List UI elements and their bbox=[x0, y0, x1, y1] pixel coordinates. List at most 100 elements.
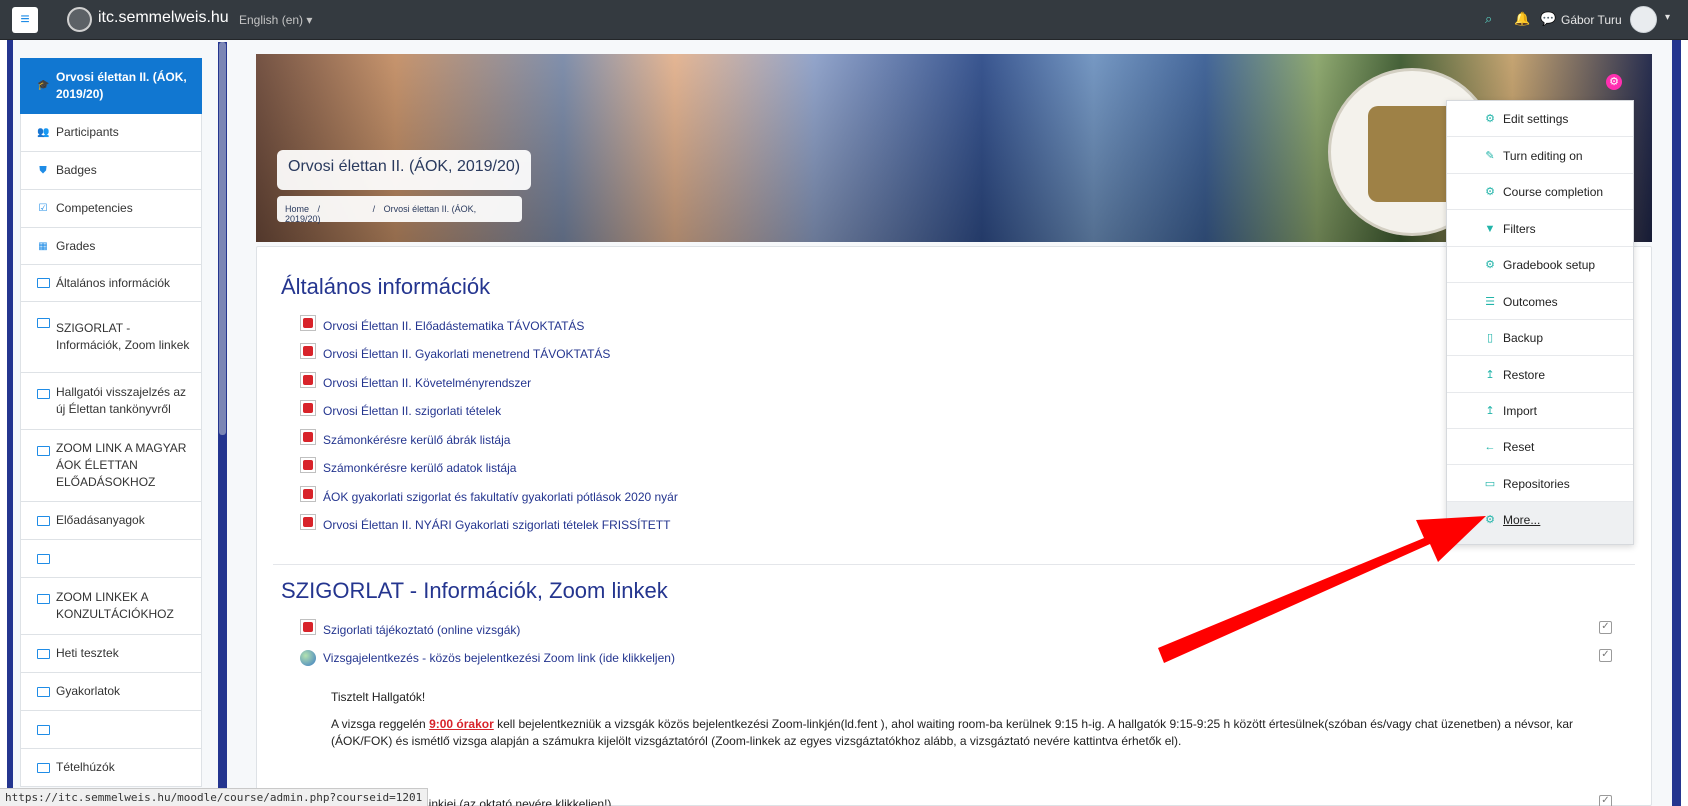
menu-item-label: Restore bbox=[1503, 368, 1546, 382]
drawer-item-section[interactable]: Előadásanyagok bbox=[20, 502, 202, 540]
users-icon: 👥 bbox=[37, 126, 50, 138]
folder-icon bbox=[37, 724, 50, 735]
folder-icon bbox=[37, 318, 50, 328]
drawer-item-section[interactable]: Gyakorlatok bbox=[20, 673, 202, 711]
filter-icon: ▼ bbox=[1484, 223, 1496, 235]
menu-item-label: Import bbox=[1503, 404, 1538, 418]
drawer-item-section[interactable]: ZOOM LINK A MAGYAR ÁOK ÉLETTAN ELŐADÁSOK… bbox=[20, 430, 202, 502]
instructions-text-line2: (ÁOK/FOK) és ismétlő vizsga alapján a sz… bbox=[331, 734, 1182, 748]
site-brand[interactable]: itc.semmelweis.hu bbox=[98, 9, 229, 27]
greeting-text: Tisztelt Hallgatók! bbox=[331, 690, 426, 704]
resource-link[interactable]: Orvosi Élettan II. Előadástematika TÁVOK… bbox=[323, 319, 584, 333]
menu-item-backup[interactable]: ▯ Backup bbox=[1447, 320, 1633, 356]
cog-icon: ⚙ bbox=[1485, 259, 1495, 271]
status-bar-url: https://itc.semmelweis.hu/moodle/course/… bbox=[0, 788, 429, 806]
menu-item-repositories[interactable]: ▭ Repositories bbox=[1447, 466, 1633, 502]
menu-item-restore[interactable]: ↥ Restore bbox=[1447, 357, 1633, 393]
drawer-item-label: Gyakorlatok bbox=[56, 684, 121, 698]
menu-item-gradebook-setup[interactable]: ⚙ Gradebook setup bbox=[1447, 247, 1633, 283]
drawer-item-section[interactable] bbox=[20, 711, 202, 749]
resource-link[interactable]: Orvosi Élettan II. NYÁRI Gyakorlati szig… bbox=[323, 518, 670, 532]
top-navbar: ≡ itc.semmelweis.hu English (en) ▾ ⌕ 🔔 💬… bbox=[0, 0, 1688, 40]
drawer-scrollbar-thumb[interactable] bbox=[219, 42, 226, 435]
completion-checkbox[interactable]: ✓ bbox=[1599, 649, 1612, 662]
pdf-icon bbox=[300, 315, 316, 331]
drawer-item-badges[interactable]: ⛊ Badges bbox=[20, 152, 202, 190]
level-up-icon: ↥ bbox=[1485, 369, 1495, 381]
resource-link[interactable]: Orvosi Élettan II. Gyakorlati menetrend … bbox=[323, 347, 610, 361]
chat-icon[interactable]: 💬 bbox=[1540, 11, 1556, 27]
time-highlight-link[interactable]: 9:00 órakor bbox=[429, 717, 494, 731]
resource-link[interactable]: ÁOK gyakorlati szigorlat és fakultatív g… bbox=[323, 490, 678, 504]
drawer-item-label: Általános információk bbox=[56, 275, 171, 290]
resource-link[interactable]: Vizsgajelentkezés - közös bejelentkezési… bbox=[323, 651, 675, 665]
drawer-item-label: Heti tesztek bbox=[56, 646, 119, 660]
pdf-icon bbox=[300, 343, 316, 359]
search-icon[interactable]: ⌕ bbox=[1485, 11, 1492, 27]
menu-item-turn-editing-on[interactable]: ✎ Turn editing on bbox=[1447, 138, 1633, 174]
menu-item-more[interactable]: ⚙ More... bbox=[1447, 502, 1633, 544]
drawer-item-section[interactable]: Heti tesztek bbox=[20, 635, 202, 673]
section-title[interactable]: Általános információk bbox=[281, 274, 490, 300]
resource-link[interactable]: Szigorlati tájékoztató (online vizsgák) bbox=[323, 623, 520, 637]
language-menu[interactable]: English (en) ▾ bbox=[239, 13, 312, 27]
check-square-icon: ☑ bbox=[38, 202, 48, 214]
section-title[interactable]: SZIGORLAT - Információk, Zoom linkek bbox=[281, 578, 668, 604]
arrow-left-icon: ← bbox=[1484, 441, 1496, 453]
menu-item-filters[interactable]: ▼ Filters bbox=[1447, 211, 1633, 247]
drawer-item-section[interactable]: Tételhúzók bbox=[20, 749, 202, 787]
menu-item-edit-settings[interactable]: ⚙ Edit settings bbox=[1447, 101, 1633, 137]
drawer-item-section[interactable] bbox=[20, 540, 202, 578]
drawer-item-section[interactable]: SZIGORLAT - Információk, Zoom linkek bbox=[20, 302, 202, 373]
bell-icon[interactable]: 🔔 bbox=[1514, 11, 1530, 27]
resource-link[interactable]: Orvosi Élettan II. szigorlati tételek bbox=[323, 404, 501, 418]
menu-item-reset[interactable]: ← Reset bbox=[1447, 429, 1633, 465]
drawer-item-label: Competencies bbox=[56, 201, 133, 215]
pdf-icon bbox=[300, 619, 316, 635]
drawer-item-label: ZOOM LINKEK A KONZULTÁCIÓKHOZ bbox=[56, 590, 174, 621]
menu-toggle-button[interactable]: ≡ bbox=[12, 7, 38, 33]
resource-link[interactable]: Számonkérésre kerülő adatok listája bbox=[323, 461, 516, 475]
cog-icon: ⚙ bbox=[1485, 113, 1495, 125]
menu-item-import[interactable]: ↥ Import bbox=[1447, 393, 1633, 429]
graduation-cap-icon: 🎓 bbox=[37, 79, 50, 91]
resource-link[interactable]: Számonkérésre kerülő ábrák listája bbox=[323, 433, 510, 447]
shield-icon: ⛊ bbox=[39, 164, 47, 176]
avatar[interactable] bbox=[1630, 6, 1657, 33]
folder-icon bbox=[37, 762, 50, 773]
folder-icon bbox=[37, 686, 50, 697]
completion-checkbox[interactable]: ✓ bbox=[1599, 621, 1612, 634]
site-logo[interactable] bbox=[67, 7, 92, 32]
breadcrumb-current[interactable]: Orvosi élettan II. (ÁOK, 2019/20) bbox=[285, 204, 476, 224]
file-icon: ▯ bbox=[1486, 332, 1494, 344]
drawer-item-section[interactable]: Általános információk bbox=[20, 264, 202, 302]
folder-icon bbox=[37, 594, 50, 604]
user-name[interactable]: Gábor Turu bbox=[1561, 13, 1622, 27]
menu-item-label: Turn editing on bbox=[1503, 149, 1583, 163]
menu-item-label: Backup bbox=[1503, 331, 1544, 345]
folder-icon bbox=[37, 648, 50, 659]
menu-item-course-completion[interactable]: ⚙ Course completion bbox=[1447, 174, 1633, 210]
pdf-icon bbox=[300, 400, 316, 416]
chevron-down-icon[interactable]: ▾ bbox=[1665, 12, 1670, 23]
menu-item-label: Gradebook setup bbox=[1503, 258, 1596, 272]
instructions-text-part: kell bejelentkezniük a vizsgák közös bej… bbox=[493, 717, 1574, 731]
folder-icon bbox=[37, 515, 50, 526]
breadcrumb-separator: / bbox=[372, 204, 376, 214]
course-actions-gear-icon[interactable]: ⚙ bbox=[1606, 74, 1622, 90]
breadcrumb-home[interactable]: Home bbox=[285, 204, 309, 214]
menu-item-outcomes[interactable]: ☰ Outcomes bbox=[1447, 284, 1633, 320]
drawer-item-grades[interactable]: ▦ Grades bbox=[20, 228, 202, 266]
drawer-item-competencies[interactable]: ☑ Competencies bbox=[20, 190, 202, 228]
drawer-item-label: Hallgatói visszajelzés az új Élettan tan… bbox=[56, 385, 187, 416]
cog-icon: ⚙ bbox=[1485, 514, 1495, 526]
drawer-item-participants[interactable]: 👥 Participants bbox=[20, 114, 202, 152]
drawer-item-section[interactable]: Hallgatói visszajelzés az új Élettan tan… bbox=[20, 373, 202, 430]
instructions-text-part: A vizsga reggelén bbox=[331, 717, 430, 731]
completion-checkbox[interactable]: ✓ bbox=[1599, 795, 1612, 806]
drawer-item-course-home[interactable]: 🎓 Orvosi élettan II. (ÁOK, 2019/20) bbox=[20, 58, 202, 114]
table-icon: ▦ bbox=[38, 240, 48, 252]
drawer-item-section[interactable]: ZOOM LINKEK A KONZULTÁCIÓKHOZ bbox=[20, 578, 202, 635]
folder-icon bbox=[37, 446, 50, 456]
resource-link[interactable]: Orvosi Élettan II. Követelményrendszer bbox=[323, 376, 531, 390]
